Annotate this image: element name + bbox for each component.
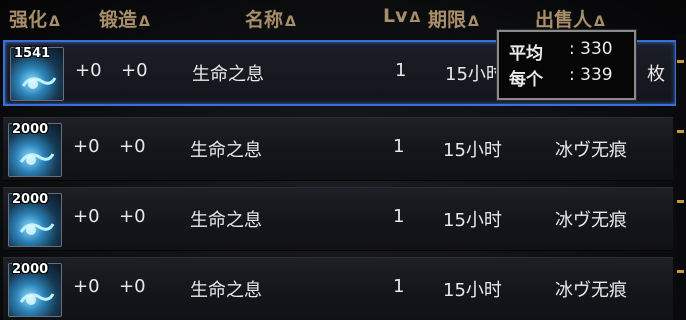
- item-stack-count: 1541: [14, 46, 51, 61]
- scrollbar-mark: [677, 60, 684, 63]
- sort-triangle-icon: Δ: [594, 14, 605, 30]
- tooltip-each-line: 每个 : 339: [509, 65, 613, 90]
- tooltip-average-label: 平均: [509, 44, 543, 64]
- seller-name: 枚: [647, 64, 665, 85]
- column-header-duration-label: 期限: [428, 9, 467, 31]
- column-header-bar: 强化 Δ 锻造 Δ 名称 Δ Lv Δ 期限 Δ 出售人 Δ: [0, 0, 686, 34]
- column-header-forge-label: 锻造: [99, 9, 138, 31]
- life-breath-potion-icon: 1541: [10, 46, 64, 101]
- list-item[interactable]: 2000 +0 +0 生命之息 1 15小时 冰ヴ无痕: [3, 257, 673, 320]
- item-name: 生命之息: [190, 280, 262, 301]
- item-duration: 15小时: [443, 280, 502, 301]
- tooltip-average-line: 平均 : 330: [509, 39, 613, 64]
- column-header-name[interactable]: 名称 Δ: [245, 5, 296, 32]
- item-level: 1: [395, 60, 407, 81]
- list-item[interactable]: 2000 +0 +0 生命之息 1 15小时 冰ヴ无痕: [3, 187, 673, 251]
- column-header-seller[interactable]: 出售人 Δ: [535, 5, 605, 32]
- column-header-enhance-label: 强化: [9, 9, 48, 31]
- item-name: 生命之息: [190, 210, 262, 231]
- item-level: 1: [393, 276, 405, 297]
- tooltip-average-value: : 330: [569, 39, 613, 59]
- forge-value: +0: [121, 60, 148, 81]
- item-stack-count: 2000: [12, 122, 49, 137]
- scrollbar-mark: [677, 200, 684, 203]
- life-breath-potion-icon: 2000: [8, 192, 62, 247]
- sort-triangle-icon: Δ: [468, 14, 479, 30]
- price-tooltip: 平均 : 330 每个 : 339: [497, 30, 636, 100]
- enhance-value: +0: [73, 136, 100, 157]
- item-level: 1: [393, 206, 405, 227]
- item-name: 生命之息: [192, 64, 264, 85]
- scrollbar-mark: [677, 270, 684, 273]
- item-duration: 15小时: [443, 210, 502, 231]
- enhance-value: +0: [73, 206, 100, 227]
- item-duration: 15小时: [443, 140, 502, 161]
- tooltip-each-label: 每个: [509, 70, 543, 90]
- life-breath-potion-icon: 2000: [8, 262, 62, 317]
- forge-value: +0: [119, 276, 146, 297]
- seller-name: 冰ヴ无痕: [555, 140, 627, 161]
- scrollbar-mark: [677, 130, 684, 133]
- column-header-forge[interactable]: 锻造 Δ: [99, 5, 150, 32]
- enhance-value: +0: [73, 276, 100, 297]
- item-name: 生命之息: [190, 140, 262, 161]
- column-header-enhance[interactable]: 强化 Δ: [9, 5, 60, 32]
- item-stack-count: 2000: [12, 262, 49, 277]
- seller-name: 冰ヴ无痕: [555, 210, 627, 231]
- scrollbar-track[interactable]: [676, 34, 686, 320]
- column-header-name-label: 名称: [245, 9, 284, 31]
- forge-value: +0: [119, 206, 146, 227]
- sort-triangle-icon: Δ: [409, 10, 421, 26]
- column-header-level-label: Lv: [383, 5, 408, 27]
- column-header-seller-label: 出售人: [535, 9, 593, 31]
- column-header-level[interactable]: Lv Δ: [383, 5, 420, 27]
- auction-list-panel: 强化 Δ 锻造 Δ 名称 Δ Lv Δ 期限 Δ 出售人 Δ 1541 +0 +0 生命之息: [0, 0, 686, 320]
- sort-triangle-icon: Δ: [285, 14, 296, 30]
- tooltip-each-value: : 339: [569, 65, 613, 85]
- sort-triangle-icon: Δ: [49, 14, 60, 30]
- enhance-value: +0: [75, 60, 102, 81]
- item-duration: 15小时: [445, 64, 504, 85]
- item-stack-count: 2000: [12, 192, 49, 207]
- column-header-duration[interactable]: 期限 Δ: [428, 5, 479, 32]
- forge-value: +0: [119, 136, 146, 157]
- list-item[interactable]: 2000 +0 +0 生命之息 1 15小时 冰ヴ无痕: [3, 117, 673, 181]
- seller-name: 冰ヴ无痕: [555, 280, 627, 301]
- sort-triangle-icon: Δ: [139, 14, 150, 30]
- life-breath-potion-icon: 2000: [8, 122, 62, 177]
- item-level: 1: [393, 136, 405, 157]
